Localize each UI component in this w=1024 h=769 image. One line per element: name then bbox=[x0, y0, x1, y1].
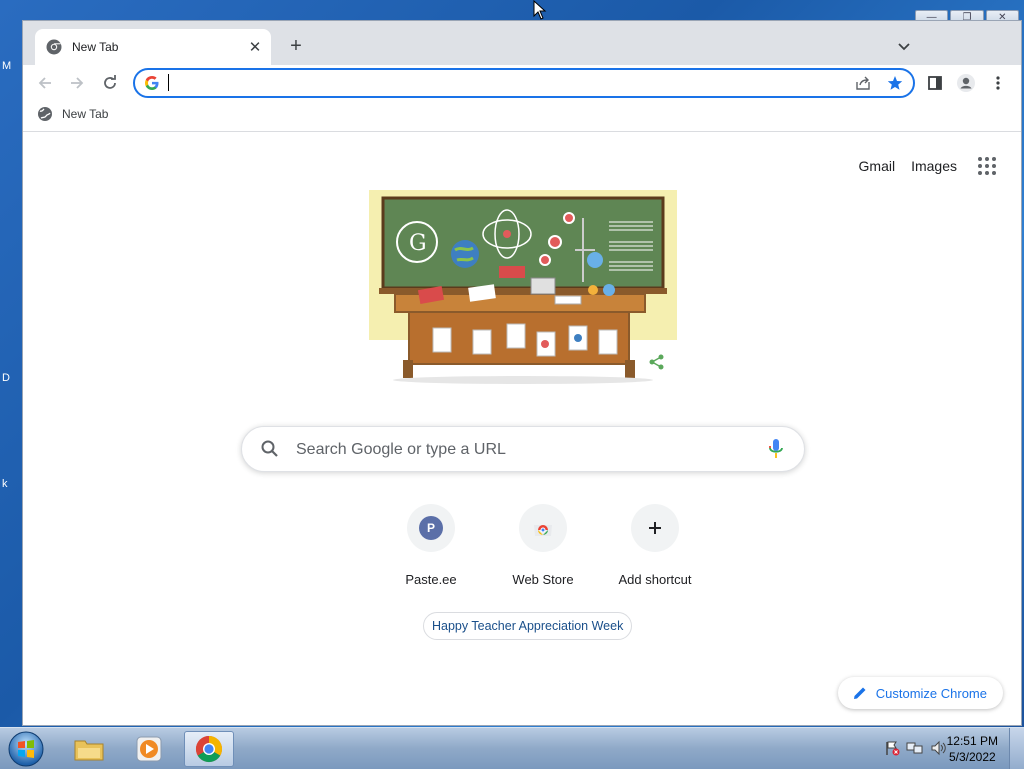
gmail-link[interactable]: Gmail bbox=[859, 158, 896, 174]
letter-p-icon: P bbox=[419, 516, 443, 540]
tab-search-chevron-icon[interactable] bbox=[895, 37, 913, 55]
reload-button[interactable] bbox=[98, 71, 122, 95]
star-filled-icon bbox=[887, 76, 903, 90]
arrow-left-icon bbox=[38, 77, 51, 89]
arrow-right-icon bbox=[71, 77, 84, 89]
media-player-icon bbox=[136, 736, 162, 762]
shortcut-icon-tile bbox=[519, 504, 567, 552]
address-bar[interactable] bbox=[133, 68, 915, 98]
new-tab-page: Gmail Images G Search Google or type a U… bbox=[23, 132, 1021, 725]
action-center-flag-icon[interactable] bbox=[884, 740, 900, 756]
shortcut-label: Web Store bbox=[512, 572, 574, 587]
kebab-menu-icon bbox=[996, 76, 1000, 90]
shortcut-icon-tile: P bbox=[407, 504, 455, 552]
shortcut-icon-tile bbox=[631, 504, 679, 552]
google-doodle-image[interactable]: G bbox=[369, 190, 677, 384]
file-explorer-icon bbox=[74, 740, 104, 761]
system-tray bbox=[884, 740, 948, 756]
shortcuts-grid: P Paste.ee Web Store Add shortcut bbox=[375, 504, 711, 587]
network-icon[interactable] bbox=[906, 740, 924, 756]
tab-strip: New Tab ✕ + bbox=[23, 21, 1021, 65]
images-link[interactable]: Images bbox=[911, 158, 957, 174]
new-tab-button[interactable]: + bbox=[285, 35, 307, 57]
search-box[interactable] bbox=[241, 426, 805, 472]
side-panel-icon bbox=[928, 76, 942, 90]
pencil-icon bbox=[853, 687, 866, 699]
address-input[interactable] bbox=[167, 73, 811, 93]
tab-close-icon[interactable]: ✕ bbox=[245, 37, 265, 57]
customize-label: Customize Chrome bbox=[875, 685, 987, 701]
taskbar-chrome[interactable] bbox=[184, 731, 234, 767]
webstore-icon bbox=[534, 525, 552, 536]
customize-chrome-button[interactable]: Customize Chrome bbox=[837, 677, 1003, 709]
google-apps-icon[interactable] bbox=[975, 154, 999, 178]
search-icon bbox=[261, 440, 278, 457]
back-button[interactable] bbox=[33, 71, 57, 95]
shortcut-label: Paste.ee bbox=[405, 572, 457, 587]
taskbar-file-explorer[interactable] bbox=[64, 731, 114, 767]
avatar-icon bbox=[957, 74, 975, 92]
desktop-edge-letter: D bbox=[2, 372, 10, 384]
side-panel-button[interactable] bbox=[923, 71, 947, 95]
microphone-icon[interactable] bbox=[768, 438, 784, 460]
shortcut-label: Add shortcut bbox=[618, 572, 692, 587]
bookmark-star-button[interactable] bbox=[885, 73, 905, 93]
show-desktop-button[interactable] bbox=[1009, 728, 1024, 769]
bookmarks-bar: New Tab bbox=[23, 101, 1021, 132]
window-controls bbox=[925, 21, 1021, 39]
search-input[interactable] bbox=[294, 437, 758, 463]
shortcut-web-store[interactable]: Web Store bbox=[487, 504, 599, 587]
toolbar bbox=[23, 65, 1021, 101]
menu-button[interactable] bbox=[986, 71, 1010, 95]
chrome-icon bbox=[195, 735, 223, 763]
chrome-window: New Tab ✕ + New Tab Gmail Images G Searc… bbox=[22, 20, 1022, 726]
taskbar-media-player[interactable] bbox=[124, 731, 174, 767]
desktop-edge-letter: M bbox=[2, 60, 12, 72]
google-g-icon bbox=[145, 76, 159, 90]
svg-text:G: G bbox=[409, 231, 427, 256]
shortcut-paste-ee[interactable]: P Paste.ee bbox=[375, 504, 487, 587]
reload-icon bbox=[104, 75, 116, 89]
taskbar: 12:51 PM 5/3/2022 bbox=[0, 727, 1024, 769]
system-clock[interactable]: 12:51 PM 5/3/2022 bbox=[947, 733, 998, 765]
doodle-share-link[interactable]: Happy Teacher Appreciation Week bbox=[423, 612, 633, 640]
forward-button[interactable] bbox=[65, 71, 89, 95]
chrome-icon bbox=[46, 39, 62, 55]
plus-icon bbox=[649, 522, 661, 534]
desktop-edge-letter: k bbox=[2, 478, 8, 490]
bookmark-new-tab[interactable]: New Tab bbox=[37, 106, 108, 122]
clock-date: 5/3/2022 bbox=[948, 750, 996, 764]
windows-start-icon[interactable] bbox=[6, 729, 46, 769]
top-links: Gmail Images bbox=[843, 154, 999, 178]
profile-button[interactable] bbox=[954, 71, 978, 95]
tab-new-tab[interactable]: New Tab ✕ bbox=[35, 29, 271, 65]
text-caret bbox=[168, 74, 169, 91]
share-button[interactable] bbox=[853, 73, 873, 93]
tab-title: New Tab bbox=[72, 40, 119, 54]
add-shortcut-button[interactable]: Add shortcut bbox=[599, 504, 711, 587]
mouse-cursor-icon bbox=[533, 0, 547, 20]
bookmark-label: New Tab bbox=[62, 107, 109, 121]
globe-icon bbox=[38, 107, 52, 121]
share-icon bbox=[856, 76, 870, 90]
volume-icon[interactable] bbox=[930, 740, 948, 756]
clock-time: 12:51 PM bbox=[946, 734, 998, 748]
